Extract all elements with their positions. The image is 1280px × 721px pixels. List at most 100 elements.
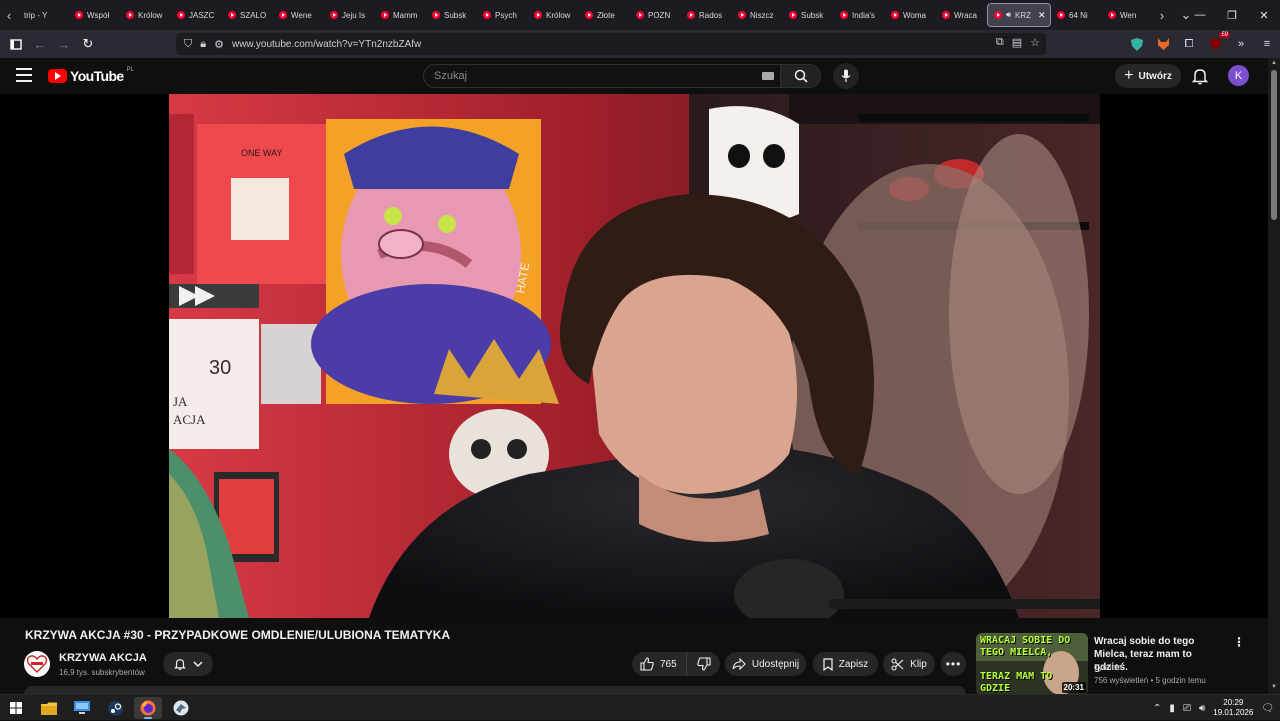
scroll-up-icon[interactable]: ▲ — [1270, 60, 1278, 68]
tracking-shield-icon[interactable]: ⛉ — [184, 38, 192, 51]
firefox-icon[interactable] — [134, 697, 162, 719]
tab-close-icon[interactable]: ✕ — [1038, 10, 1046, 21]
browser-tab[interactable]: Wene — [273, 3, 324, 27]
youtube-logo[interactable]: YouTube PL — [48, 67, 134, 84]
voice-search-button[interactable] — [833, 63, 859, 89]
bookmark-icon — [823, 657, 833, 671]
scroll-down-icon[interactable]: ▼ — [1270, 684, 1278, 692]
clip-button[interactable]: Klip — [883, 652, 935, 676]
reload-icon[interactable]: ↻ — [76, 32, 100, 56]
browser-tab[interactable]: Psych — [477, 3, 528, 27]
recommended-video-channel[interactable]: Tyralnia — [1094, 663, 1122, 672]
minimize-icon[interactable]: — — [1184, 0, 1216, 30]
share-arrow-icon — [732, 658, 746, 670]
video-player[interactable]: ONE WAY 30 JA ACJA HATE — [0, 94, 1268, 618]
keyboard-icon[interactable] — [762, 72, 774, 80]
restore-icon[interactable]: ❐ — [1216, 0, 1248, 30]
address-bar[interactable]: ⛉ 🔒︎ ⚙︎ www.youtube.com/watch?v=YTn2nzbZ… — [176, 33, 1046, 55]
like-button[interactable]: 765 — [632, 652, 687, 676]
browser-tab[interactable]: Subsk — [783, 3, 834, 27]
account-avatar[interactable]: K — [1228, 65, 1249, 86]
browser-tab[interactable]: SZALO — [222, 3, 273, 27]
notifications-icon[interactable]: 🗨︎ — [1261, 703, 1274, 714]
hamburger-menu-icon[interactable] — [16, 68, 32, 82]
channel-name[interactable]: KRZYWA AKCJA — [59, 652, 147, 664]
browser-tab[interactable]: Królow — [120, 3, 171, 27]
sidebar-toggle-icon[interactable] — [4, 32, 28, 56]
app-bird-icon[interactable] — [167, 697, 195, 719]
save-button[interactable]: Zapisz — [813, 652, 878, 676]
browser-tab[interactable]: Jeju Is — [324, 3, 375, 27]
bookmark-star-icon[interactable]: ☆ — [1030, 36, 1040, 49]
youtube-favicon-icon — [228, 11, 236, 19]
notifications-bell-icon[interactable] — [1190, 66, 1210, 86]
extension-badge: 59 — [1219, 32, 1230, 38]
tab-scroll-left-icon[interactable]: ‹ — [0, 0, 18, 30]
scrollbar-thumb[interactable] — [1271, 70, 1277, 220]
fox-extension-icon[interactable] — [1154, 35, 1172, 53]
youtube-favicon-icon — [381, 11, 389, 19]
browser-tab[interactable]: POZN — [630, 3, 681, 27]
browser-tab[interactable]: Woma — [885, 3, 936, 27]
clock-time: 20:29 — [1223, 698, 1244, 707]
subscription-notify-button[interactable] — [163, 652, 213, 676]
back-icon[interactable]: ← — [28, 32, 52, 56]
youtube-favicon-icon — [432, 11, 440, 19]
url-text[interactable]: www.youtube.com/watch?v=YTn2nzbZAfw — [232, 39, 421, 50]
browser-tab[interactable]: trip - Y — [18, 3, 69, 27]
browser-tab[interactable]: Wen — [1102, 3, 1153, 27]
permissions-icon[interactable]: ⚙︎ — [214, 38, 224, 51]
overflow-chevrons-icon[interactable]: » — [1232, 35, 1250, 53]
youtube-favicon-icon — [177, 11, 185, 19]
pc-monitor-icon[interactable] — [68, 697, 96, 719]
steam-icon[interactable] — [101, 697, 129, 719]
dislike-button[interactable] — [687, 652, 720, 676]
browser-tab[interactable]: Subsk — [426, 3, 477, 27]
reader-view-icon[interactable]: ▤ — [1012, 36, 1022, 49]
search-input[interactable] — [424, 65, 724, 87]
lock-icon[interactable]: 🔒︎ — [200, 38, 206, 51]
card-number: 30 — [209, 357, 231, 379]
browser-tab[interactable]: Mamm — [375, 3, 426, 27]
tab-label: Wen — [1120, 10, 1137, 20]
volume-icon[interactable]: 🔊︎ — [1199, 703, 1205, 714]
channel-avatar[interactable] — [24, 651, 50, 677]
youtube-favicon-icon — [279, 11, 287, 19]
create-button[interactable]: + Utwórz — [1115, 64, 1181, 88]
browser-tab[interactable]: Złote — [579, 3, 630, 27]
forward-icon[interactable]: → — [52, 32, 76, 56]
extensions-puzzle-icon[interactable]: ⧠ — [1180, 35, 1198, 53]
network-icon[interactable]: ⎚ — [1183, 703, 1191, 714]
youtube-favicon-icon — [75, 11, 83, 19]
usb-device-icon[interactable]: ▮ — [1169, 703, 1175, 714]
tab-scroll-right-icon[interactable]: › — [1153, 0, 1171, 30]
video-frame[interactable]: ONE WAY 30 JA ACJA HATE — [169, 94, 1100, 618]
share-button[interactable]: Udostępnij — [725, 652, 806, 676]
file-explorer-icon[interactable] — [35, 697, 63, 719]
page-scrollbar[interactable]: ▲ ▼ — [1268, 58, 1280, 694]
browser-tab[interactable]: JASZC — [171, 3, 222, 27]
search-button[interactable] — [781, 64, 821, 88]
tab-label: JASZC — [189, 10, 215, 20]
browser-tab[interactable]: Królow — [528, 3, 579, 27]
browser-tab[interactable]: Rados — [681, 3, 732, 27]
more-actions-button[interactable]: ••• — [941, 652, 966, 676]
more-vertical-icon[interactable]: ⋮ — [1233, 635, 1245, 649]
picture-in-picture-icon[interactable]: ⧉ — [996, 36, 1004, 49]
browser-tab[interactable]: India's — [834, 3, 885, 27]
browser-tab[interactable]: Współ — [69, 3, 120, 27]
browser-tab[interactable]: 64 Ni — [1051, 3, 1102, 27]
tab-audio-icon[interactable]: 🔊︎ — [1006, 10, 1011, 20]
app-menu-icon[interactable]: ≡ — [1258, 35, 1276, 53]
clock[interactable]: 20:29 19.01.2026 — [1213, 698, 1253, 718]
tab-label: Niszcz — [750, 10, 774, 20]
browser-tab[interactable]: 🔊︎ KRZ ✕ — [987, 3, 1051, 27]
close-window-icon[interactable]: ✕ — [1248, 0, 1280, 30]
browser-tab[interactable]: Wraca — [936, 3, 987, 27]
ublock-icon[interactable]: 59 — [1206, 32, 1230, 53]
start-button[interactable] — [2, 697, 30, 719]
tray-overflow-icon[interactable]: ⌃ — [1153, 703, 1161, 714]
browser-tab[interactable]: Niszcz — [732, 3, 783, 27]
vpn-shield-icon[interactable] — [1128, 35, 1146, 53]
recommended-video-thumbnail[interactable]: WRACAJ SOBIE DO TEGO MIELCA, TERAZ MAM T… — [976, 633, 1088, 695]
